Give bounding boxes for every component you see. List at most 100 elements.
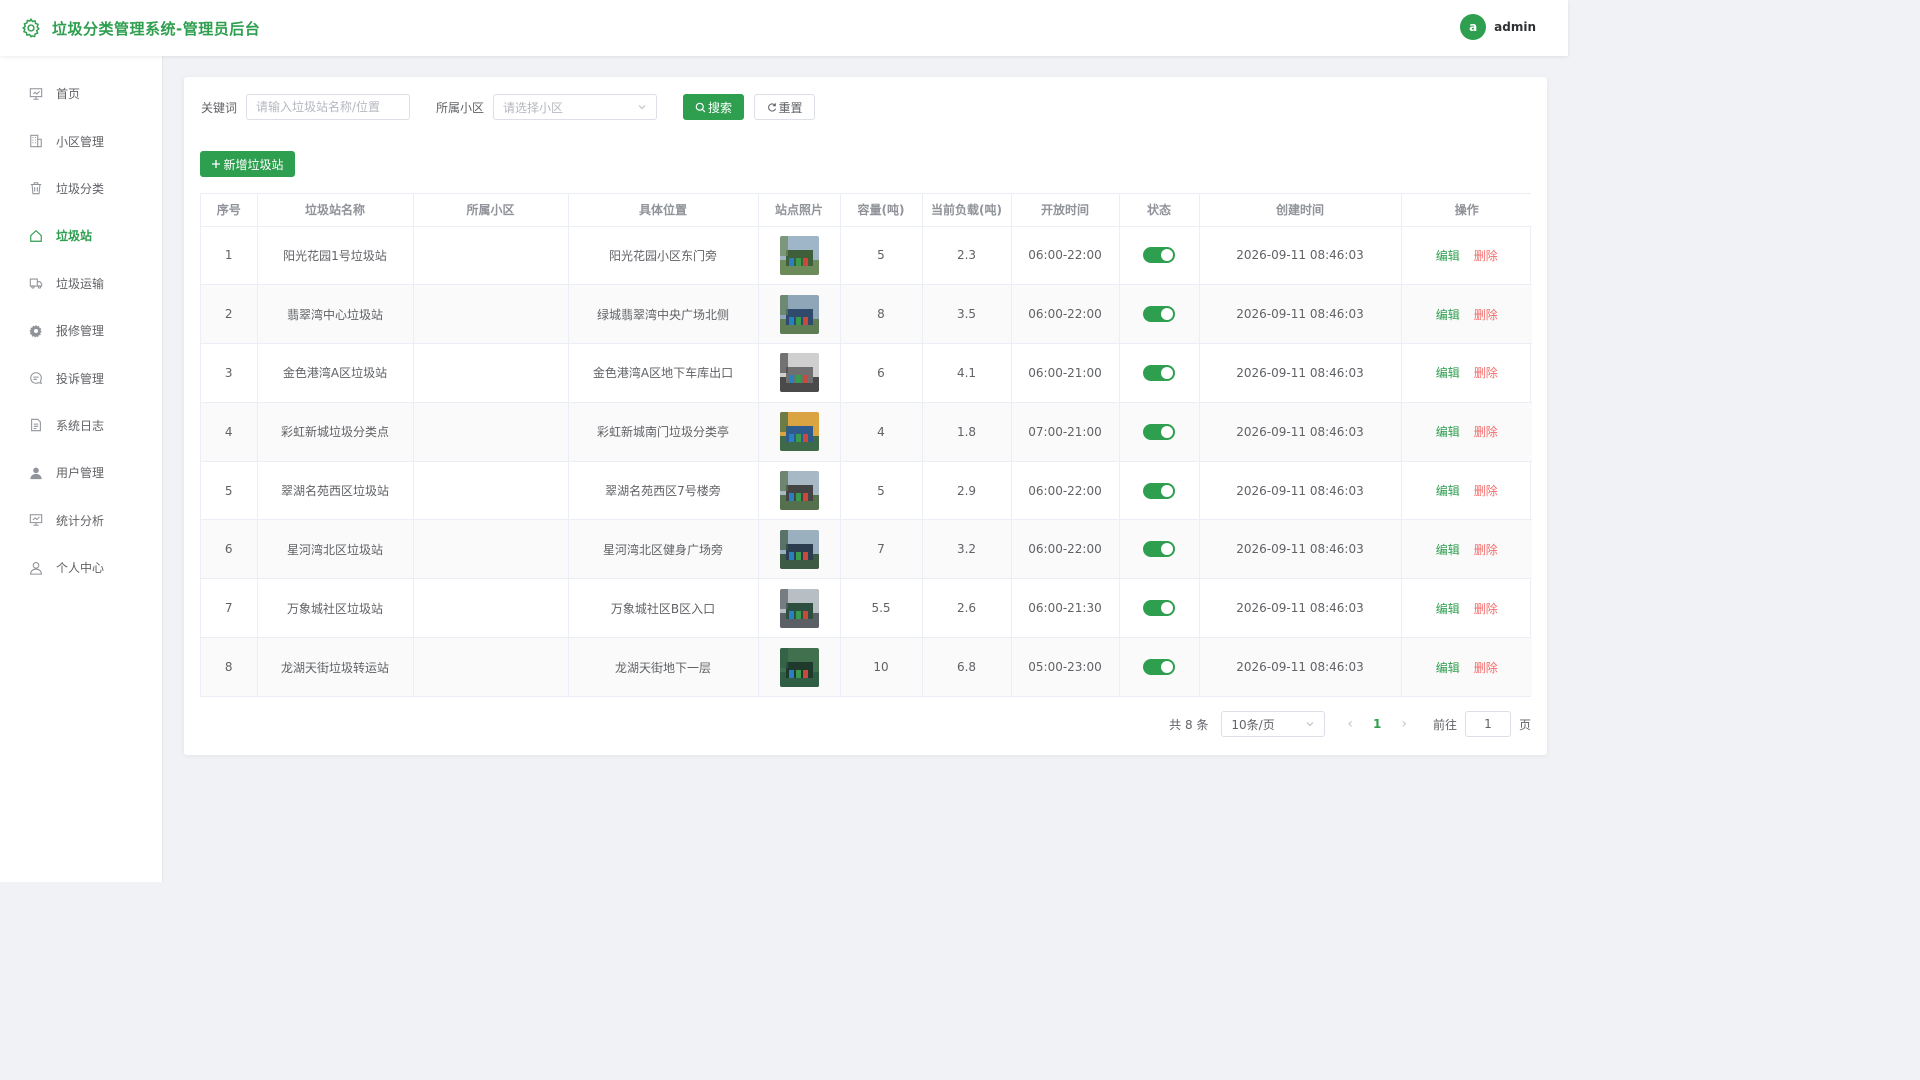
column-header: 操作: [1401, 194, 1532, 227]
search-button[interactable]: 搜索: [683, 94, 745, 120]
station-photo[interactable]: [779, 529, 819, 569]
cell-created: 2026-09-11 08:46:03: [1199, 226, 1402, 286]
cell-community: [413, 461, 569, 521]
community-select[interactable]: 请选择小区: [493, 94, 658, 120]
cell-load: 4.1: [922, 343, 1012, 403]
sidebar-item-logs[interactable]: 系统日志: [0, 402, 162, 449]
sidebar-item-transport[interactable]: 垃圾运输: [0, 260, 162, 307]
add-station-button[interactable]: 新增垃圾站: [200, 151, 295, 177]
edit-button[interactable]: 编辑: [1436, 308, 1460, 322]
sidebar-item-label: 垃圾分类: [56, 181, 105, 196]
gear-icon: [29, 324, 42, 338]
cell-status: [1119, 637, 1200, 697]
cell-location: 阳光花园小区东门旁: [568, 226, 759, 286]
status-toggle[interactable]: [1143, 306, 1175, 323]
column-header: 垃圾站名称: [257, 194, 414, 227]
edit-button[interactable]: 编辑: [1436, 543, 1460, 557]
column-header: 当前负载(吨): [922, 194, 1012, 227]
sidebar-item-stats[interactable]: 统计分析: [0, 497, 162, 544]
column-header: 序号: [201, 194, 258, 227]
table-row: 2 翡翠湾中心垃圾站 绿城翡翠湾中央广场北侧 8 3.5 06:00-22:00 2026-…: [201, 284, 1532, 345]
cell-no: 4: [201, 402, 258, 462]
cell-status: [1119, 461, 1200, 521]
sidebar-item-complaint[interactable]: 投诉管理: [0, 354, 162, 401]
cell-name: 金色港湾A区垃圾站: [257, 343, 414, 403]
station-photo[interactable]: [779, 353, 819, 393]
table-row: 6 星河湾北区垃圾站 星河湾北区健身广场旁 7 3.2 06:00-22:00 2026-0…: [201, 519, 1532, 580]
pagination: 共 8 条 10条/页 ‹ 1 › 前往 页: [1169, 711, 1531, 737]
delete-button[interactable]: 删除: [1474, 425, 1498, 439]
station-photo[interactable]: [779, 235, 819, 275]
cell-hours: 06:00-21:00: [1011, 343, 1120, 403]
edit-button[interactable]: 编辑: [1436, 425, 1460, 439]
edit-button[interactable]: 编辑: [1436, 249, 1460, 263]
edit-button[interactable]: 编辑: [1436, 366, 1460, 380]
cell-location: 翠湖名苑西区7号楼旁: [568, 461, 759, 521]
column-header: 所属小区: [413, 194, 569, 227]
edit-button[interactable]: 编辑: [1436, 661, 1460, 675]
dashboard-icon: [29, 87, 43, 100]
status-toggle[interactable]: [1143, 423, 1175, 440]
user-menu[interactable]: a admin: [1460, 14, 1536, 40]
cell-capacity: 5: [840, 461, 923, 521]
edit-button[interactable]: 编辑: [1436, 602, 1460, 616]
station-photo[interactable]: [779, 588, 819, 628]
delete-button[interactable]: 删除: [1474, 308, 1498, 322]
sidebar-item-category[interactable]: 垃圾分类: [0, 165, 162, 212]
app-title: 垃圾分类管理系统-管理员后台: [52, 19, 261, 38]
document-icon: [31, 419, 41, 432]
search-button-label: 搜索: [708, 100, 733, 115]
sidebar-item-label: 小区管理: [56, 134, 105, 149]
station-photo[interactable]: [779, 412, 819, 452]
edit-button[interactable]: 编辑: [1436, 484, 1460, 498]
status-toggle[interactable]: [1143, 541, 1175, 558]
sidebar-item-profile[interactable]: 个人中心: [0, 544, 162, 591]
goto-label: 前往: [1432, 717, 1457, 732]
column-header: 具体位置: [568, 194, 759, 227]
delete-button[interactable]: 删除: [1474, 543, 1498, 557]
current-page[interactable]: 1: [1373, 717, 1381, 731]
username[interactable]: admin: [1494, 20, 1536, 34]
reset-button[interactable]: 重置: [754, 94, 816, 120]
truck-icon: [29, 278, 43, 289]
cell-no: 1: [201, 226, 258, 286]
table-header-row: 序号 垃圾站名称 所属小区 具体位置 站点照片 容量(吨) 当前负载(吨) 开放…: [201, 194, 1532, 227]
sidebar-item-users[interactable]: 用户管理: [0, 449, 162, 496]
sidebar-item-community[interactable]: 小区管理: [0, 117, 162, 164]
station-photo[interactable]: [779, 294, 819, 334]
keyword-input[interactable]: [246, 94, 411, 120]
delete-button[interactable]: 删除: [1474, 484, 1498, 498]
status-toggle[interactable]: [1143, 482, 1175, 499]
sidebar-item-station[interactable]: 垃圾站: [0, 212, 162, 259]
cell-actions: 编辑 删除: [1401, 461, 1532, 521]
station-photo[interactable]: [779, 647, 819, 687]
status-toggle[interactable]: [1143, 364, 1175, 381]
cell-load: 1.8: [922, 402, 1012, 462]
cell-status: [1119, 402, 1200, 462]
cell-created: 2026-09-11 08:46:03: [1199, 637, 1402, 697]
cell-hours: 06:00-22:00: [1011, 461, 1120, 521]
column-header: 容量(吨): [840, 194, 923, 227]
status-toggle[interactable]: [1143, 659, 1175, 676]
status-toggle[interactable]: [1143, 600, 1175, 617]
cell-location: 金色港湾A区地下车库出口: [568, 343, 759, 403]
cell-capacity: 5: [840, 226, 923, 286]
avatar[interactable]: a: [1460, 14, 1487, 40]
cell-photo: [758, 284, 841, 345]
cell-community: [413, 578, 569, 639]
cell-no: 2: [201, 284, 258, 345]
sidebar-item-home[interactable]: 首页: [0, 70, 162, 117]
delete-button[interactable]: 删除: [1474, 661, 1498, 675]
status-toggle[interactable]: [1143, 247, 1175, 264]
prev-page-button[interactable]: ‹: [1347, 716, 1353, 732]
delete-button[interactable]: 删除: [1474, 249, 1498, 263]
page-size-select[interactable]: 10条/页: [1221, 711, 1326, 737]
cell-created: 2026-09-11 08:46:03: [1199, 519, 1402, 580]
delete-button[interactable]: 删除: [1474, 366, 1498, 380]
cell-status: [1119, 578, 1200, 639]
station-photo[interactable]: [779, 471, 819, 511]
next-page-button[interactable]: ›: [1401, 716, 1407, 732]
goto-page-input[interactable]: [1464, 711, 1511, 737]
sidebar-item-repair[interactable]: 报修管理: [0, 307, 162, 354]
delete-button[interactable]: 删除: [1474, 602, 1498, 616]
